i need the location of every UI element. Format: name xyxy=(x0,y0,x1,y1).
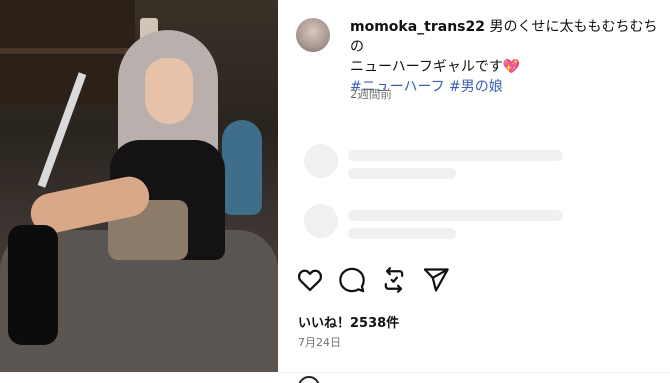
username-link[interactable]: momoka_trans22 xyxy=(350,19,485,35)
skeleton-avatar xyxy=(304,144,338,178)
post-details: momoka_trans22 男のくせに太ももむちむちの ニューハーフギャルです… xyxy=(278,0,670,383)
skeleton-line xyxy=(348,228,456,239)
skeleton-line xyxy=(348,168,456,179)
post-photo[interactable] xyxy=(0,0,278,372)
caption-text-line2: ニューハーフギャルです xyxy=(350,59,503,75)
send-icon[interactable] xyxy=(422,266,450,294)
heart-emoji-icon: 💖 xyxy=(502,59,521,75)
avatar[interactable] xyxy=(296,18,330,52)
skeleton-line xyxy=(348,210,563,221)
post-date[interactable]: 7月24日 xyxy=(298,334,341,350)
heart-icon[interactable] xyxy=(296,266,324,294)
likes-count[interactable]: いいね！2538件 xyxy=(298,312,399,331)
photo-shelf-line xyxy=(0,48,135,54)
skeleton-line xyxy=(348,150,563,161)
time-ago: 2週間前 xyxy=(350,87,392,101)
skeleton-avatar xyxy=(304,204,338,238)
emoji-icon[interactable] xyxy=(298,376,320,383)
share-icon[interactable] xyxy=(380,266,408,294)
comment-icon[interactable] xyxy=(338,266,366,294)
photo-hookah xyxy=(222,120,262,215)
caption: momoka_trans22 男のくせに太ももむちむちの ニューハーフギャルです… xyxy=(350,17,670,97)
photo-boot xyxy=(8,225,58,345)
photo-face xyxy=(145,58,193,124)
post-card: momoka_trans22 男のくせに太ももむちむちの ニューハーフギャルです… xyxy=(0,0,670,383)
divider xyxy=(278,372,670,373)
